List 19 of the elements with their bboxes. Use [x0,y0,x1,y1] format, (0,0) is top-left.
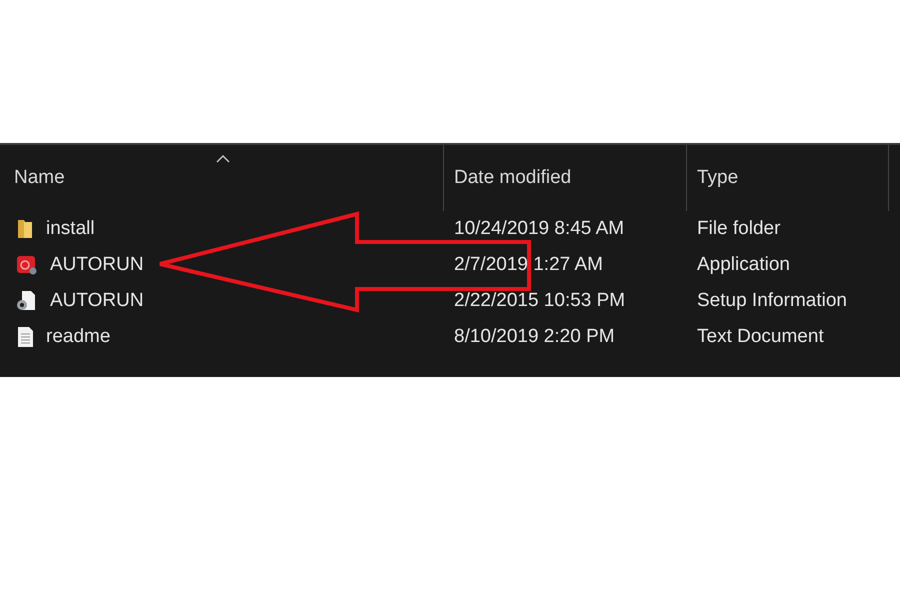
folder-icon [16,218,34,240]
file-name[interactable]: AUTORUN [50,286,144,316]
type-cell-text: Setup Information [696,288,848,313]
type-cell-text: Application [696,252,791,277]
column-header[interactable]: Name [14,164,65,192]
text-file-icon [16,326,34,348]
date-modified-cell-text: 2/22/2015 10:53 PM [453,288,626,313]
type-cell-text: Text Document [696,324,825,349]
file-name[interactable]: AUTORUN [50,250,144,280]
column-header[interactable]: Date modified [454,164,572,192]
file-name[interactable]: install [46,214,95,244]
file-name[interactable]: readme [46,322,110,352]
application-icon [16,254,38,276]
settings-file-icon [16,290,38,312]
type-cell-text: File folder [696,216,782,241]
column-header[interactable]: Type [697,164,738,192]
date-modified-cell-text: 10/24/2019 8:45 AM [453,216,626,241]
date-modified-cell-text: 2/7/2019 1:27 AM [453,252,604,277]
date-modified-cell-text: 8/10/2019 2:20 PM [453,324,616,349]
